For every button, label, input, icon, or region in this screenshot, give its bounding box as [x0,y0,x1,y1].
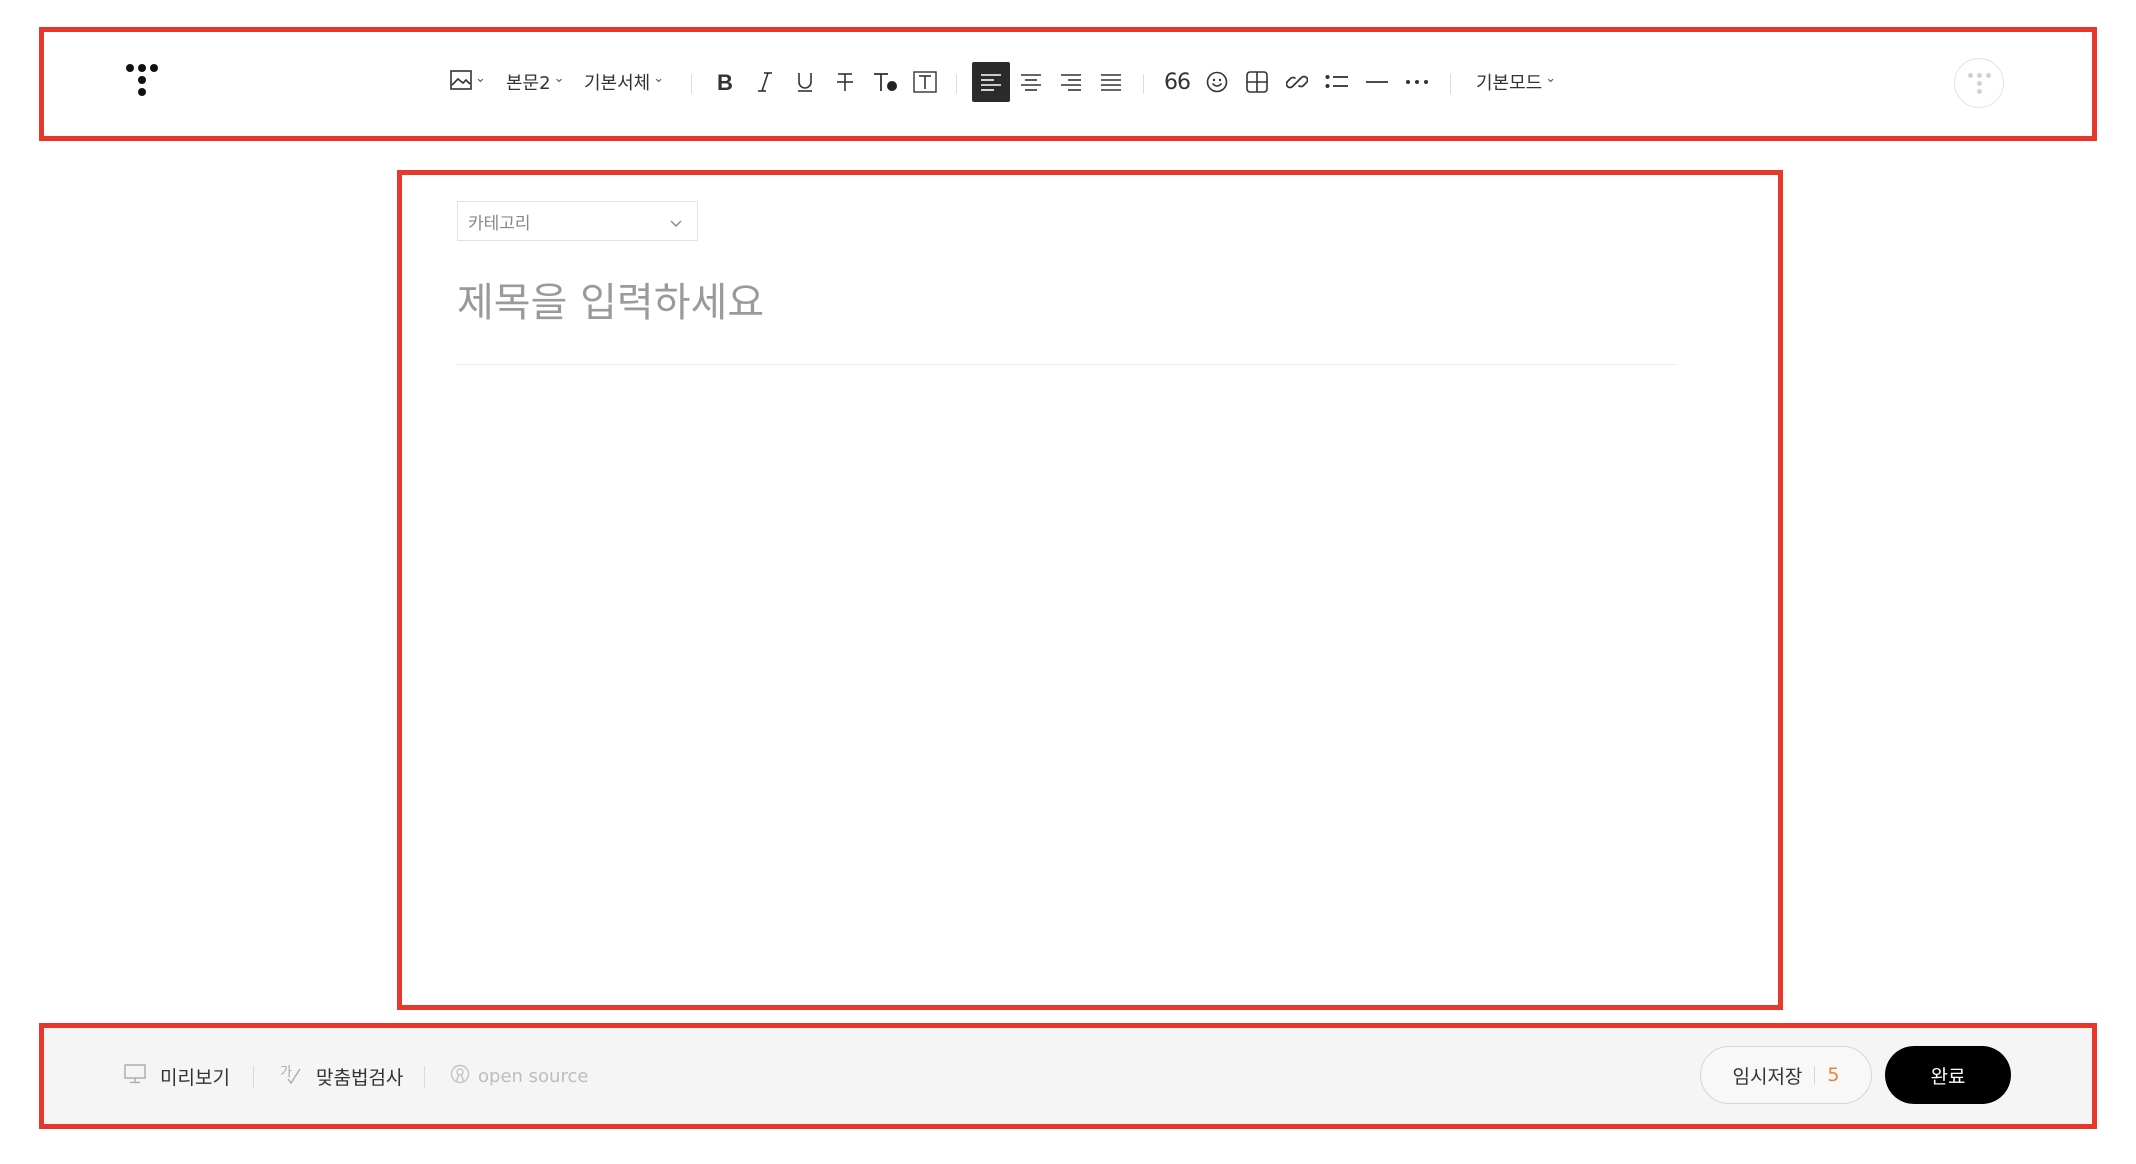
temp-save-label: 임시저장 [1732,1065,1803,1088]
table-button[interactable] [1238,62,1276,102]
svg-text:가: 가 [280,1065,292,1080]
preview-label: 미리보기 [160,1066,230,1089]
paragraph-style-select[interactable]: 본문2 [506,62,564,102]
toolbar-divider [1450,74,1451,94]
font-family-select[interactable]: 기본서체 [584,62,664,102]
underline-button[interactable] [786,62,824,102]
monitor-icon [124,1063,160,1089]
align-justify-icon [1100,72,1122,92]
body-editor[interactable] [457,385,1677,975]
editor-mode-label: 기본모드 [1476,73,1543,94]
bottom-bar: 미리보기 가 맞춤법검사 open source 임시저장 5 완료 [44,1028,2092,1124]
emoji-button[interactable] [1198,62,1236,102]
bold-button[interactable]: B [706,62,744,102]
toolbar-divider [1143,74,1144,94]
spellcheck-icon: 가 [280,1063,316,1090]
align-right-button[interactable] [1052,62,1090,102]
open-source-link[interactable]: open source [450,1060,588,1092]
title-input[interactable] [457,271,1677,335]
italic-button[interactable] [746,62,784,102]
svg-text:B: B [717,71,733,93]
editor-area: 카테고리 [402,175,1778,1005]
tistory-logo-icon[interactable] [124,62,172,110]
link-button[interactable] [1278,62,1316,102]
emoji-icon [1206,71,1228,93]
paragraph-style-label: 본문2 [506,73,551,94]
quote-icon: 66 [1164,69,1191,95]
temp-save-count[interactable]: 5 [1827,1064,1839,1086]
list-icon [1325,73,1349,91]
spellcheck-label: 맞춤법검사 [316,1066,404,1089]
align-center-icon [1020,72,1042,92]
text-color-icon [872,71,898,93]
divider-line-button[interactable] [1358,62,1396,102]
temp-save-button[interactable]: 임시저장 5 [1700,1046,1872,1104]
temp-save-divider [1814,1066,1816,1084]
quote-button[interactable]: 66 [1158,62,1196,102]
spellcheck-button[interactable]: 가 맞춤법검사 [280,1060,403,1092]
done-label: 완료 [1930,1065,1966,1088]
divider-icon [1365,80,1389,84]
profile-avatar[interactable] [1954,58,2004,108]
image-insert-button[interactable] [448,62,488,102]
text-background-icon [913,71,937,93]
preview-button[interactable]: 미리보기 [124,1060,230,1092]
text-background-button[interactable] [906,62,944,102]
open-source-label: open source [478,1065,589,1087]
strikethrough-button[interactable] [826,62,864,102]
image-icon [450,69,472,95]
done-button[interactable]: 완료 [1885,1046,2011,1104]
align-right-icon [1060,72,1082,92]
table-icon [1246,71,1268,93]
bottom-divider [253,1066,254,1088]
toolbar-divider [691,74,692,94]
align-center-button[interactable] [1012,62,1050,102]
font-family-label: 기본서체 [584,73,651,94]
more-icon [1405,79,1429,85]
strikethrough-icon [835,71,855,93]
category-select[interactable]: 카테고리 [457,201,698,241]
align-justify-button[interactable] [1092,62,1130,102]
bold-icon: B [715,71,735,93]
editor-toolbar: 본문2 기본서체 B 66 [44,32,2092,136]
link-icon [1286,71,1308,93]
underline-icon [795,71,815,93]
align-left-button[interactable] [972,62,1010,102]
italic-icon [755,71,775,93]
list-button[interactable] [1318,62,1356,102]
chevron-down-icon [669,214,683,234]
editor-mode-select[interactable]: 기본모드 [1476,62,1556,102]
more-options-button[interactable] [1398,62,1436,102]
bottom-divider [424,1066,425,1088]
align-left-icon [980,72,1002,92]
text-color-button[interactable] [866,62,904,102]
toolbar-divider [956,74,957,94]
title-divider [457,364,1677,365]
category-label: 카테고리 [468,213,531,234]
